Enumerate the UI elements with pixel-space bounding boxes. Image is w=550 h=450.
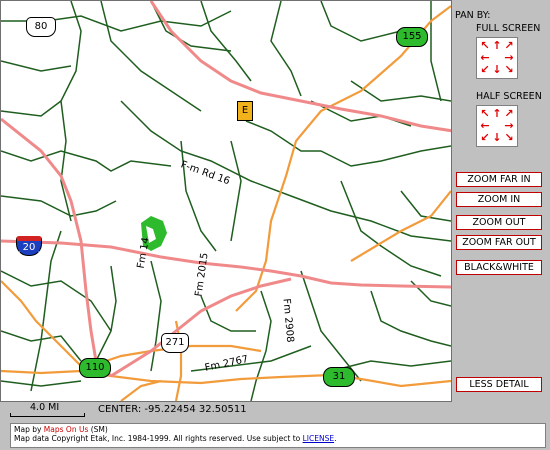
sh31-shield: 31 [323, 367, 355, 387]
full-screen-label: FULL SCREEN [476, 23, 541, 34]
center-coordinates: CENTER: -95.22454 32.50511 [98, 404, 247, 415]
scale-label: 4.0 MI [30, 402, 60, 413]
maps-on-us-link[interactable]: Maps On Us [44, 425, 89, 434]
pan-by-label: PAN BY: [455, 10, 491, 21]
zoom-far-in-button[interactable]: ZOOM FAR IN [456, 172, 542, 187]
pan-full-s-icon[interactable]: ↓ [491, 64, 503, 76]
us80-shield: 80 [26, 17, 56, 37]
pan-full-n-icon[interactable]: ↑ [491, 40, 503, 52]
us271-shield: 271 [161, 333, 189, 353]
credits-box: Map by Maps On Us (SM) Map data Copyrigh… [10, 423, 546, 448]
scale-bar [10, 413, 85, 417]
zoom-out-button[interactable]: ZOOM OUT [456, 215, 542, 230]
pan-full-sw-icon[interactable]: ↙ [479, 64, 491, 76]
county-roads [1, 1, 451, 401]
credits-line-2: Map data Copyright Etak, Inc. 1984-1999.… [14, 434, 542, 443]
black-white-button[interactable]: BLACK&WHITE [456, 260, 542, 275]
pan-half-sw-icon[interactable]: ↙ [479, 132, 491, 144]
license-link[interactable]: LICENSE [303, 434, 334, 443]
less-detail-button[interactable]: LESS DETAIL [456, 377, 542, 392]
zoom-far-out-button[interactable]: ZOOM FAR OUT [456, 235, 542, 250]
sh155-shield: 155 [396, 27, 428, 47]
copyright-text: Map data Copyright Etak, Inc. 1984-1999.… [14, 434, 303, 443]
marker-e: E [237, 101, 253, 121]
pan-half-se-icon[interactable]: ↘ [503, 132, 515, 144]
credits-prefix: Map by [14, 425, 44, 434]
road-map [1, 1, 451, 401]
copyright-suffix: . [334, 434, 337, 443]
state-highways [1, 5, 451, 401]
pan-half-pad: ↖ ↑ ↗ ← → ↙ ↓ ↘ [476, 105, 518, 147]
pan-full-se-icon[interactable]: ↘ [503, 64, 515, 76]
half-screen-label: HALF SCREEN [476, 91, 542, 102]
interstates [1, 1, 451, 378]
map-canvas[interactable]: 80 155 E 20 271 110 31 F-m Rd 16 Fm 14 F… [0, 0, 452, 402]
zoom-in-button[interactable]: ZOOM IN [456, 192, 542, 207]
credits-line-1: Map by Maps On Us (SM) [14, 425, 542, 434]
pan-half-n-icon[interactable]: ↑ [491, 108, 503, 120]
credits-suffix: (SM) [88, 425, 108, 434]
pan-half-s-icon[interactable]: ↓ [491, 132, 503, 144]
sh110-shield: 110 [79, 358, 111, 378]
pan-full-pad: ↖ ↑ ↗ ← → ↙ ↓ ↘ [476, 37, 518, 79]
